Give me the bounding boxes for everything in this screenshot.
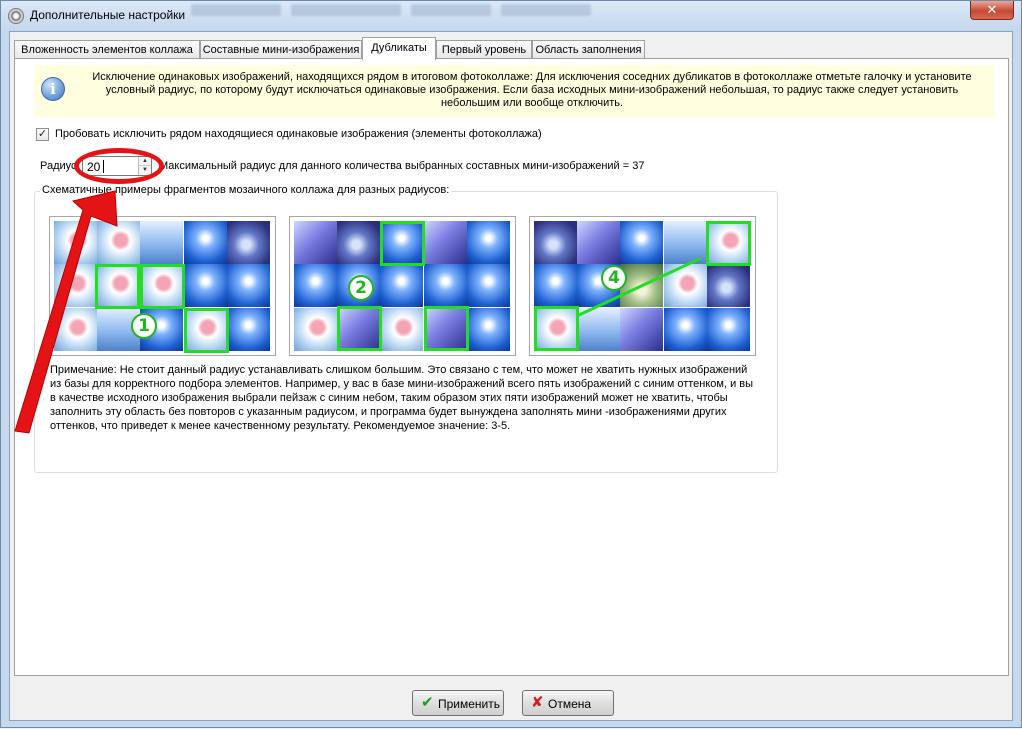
info-panel: i Исключение одинаковых изображений, нах… [34, 65, 994, 117]
apply-button[interactable]: ✔ Применить [412, 690, 504, 716]
radius-note-text: Примечание: Не стоит данный радиус устан… [50, 364, 754, 432]
tab-composite-thumbnails[interactable]: Составные мини-изображения [200, 40, 362, 59]
cancel-button-label: Отмена [548, 697, 592, 711]
example-radius-1: 1 [49, 216, 276, 356]
radius-badge: 1 [131, 313, 157, 339]
radius-badge: 4 [601, 265, 627, 291]
duplicate-highlight [706, 221, 751, 266]
duplicates-tab-page: i Исключение одинаковых изображений, нах… [14, 58, 1009, 676]
example-radius-2: 2 [289, 216, 516, 356]
tab-fill-area[interactable]: Область заполнения [532, 40, 645, 59]
mosaic-fragment: 4 [534, 221, 751, 351]
example-radius-4: 4 [529, 216, 756, 356]
max-radius-note: Максимальный радиус для данного количест… [159, 160, 645, 172]
duplicate-highlight [424, 306, 469, 351]
info-text: Исключение одинаковых изображений, наход… [92, 71, 972, 109]
examples-group-title: Схематичные примеры фрагментов мозаичног… [40, 184, 452, 196]
exclude-duplicates-checkbox[interactable]: ✓ [36, 128, 49, 141]
duplicate-highlight [337, 306, 382, 351]
close-icon: ✕ [986, 2, 998, 17]
settings-window: Дополнительные настройки ✕ Вложенность э… [0, 0, 1022, 728]
tab-duplicates[interactable]: Дубликаты [362, 37, 436, 60]
cancel-button[interactable]: ✘ Отмена [522, 690, 614, 716]
checkmark-icon: ✔ [421, 694, 434, 711]
annotation-red-oval [74, 148, 164, 184]
dialog-client-area: Вложенность элементов коллажа Составные … [9, 31, 1013, 721]
mosaic-fragment: 2 [294, 221, 511, 351]
window-title: Дополнительные настройки [30, 8, 186, 22]
tab-first-level[interactable]: Первый уровень [436, 40, 532, 59]
title-bar[interactable]: Дополнительные настройки ✕ [1, 1, 1021, 31]
mosaic-fragment: 1 [54, 221, 271, 353]
duplicate-highlight [95, 264, 140, 309]
background-taskbar-ghost [191, 4, 611, 20]
close-button[interactable]: ✕ [970, 1, 1014, 20]
info-icon: i [41, 77, 65, 101]
duplicate-highlight [380, 221, 425, 266]
tab-collage-nesting[interactable]: Вложенность элементов коллажа [14, 40, 200, 59]
exclude-duplicates-label[interactable]: Пробовать исключить рядом находящиеся од… [55, 128, 542, 140]
duplicate-highlight [534, 306, 579, 351]
settings-gear-icon [8, 8, 24, 24]
duplicate-highlight [140, 264, 185, 309]
duplicate-highlight [184, 308, 229, 353]
apply-button-label: Применить [438, 697, 501, 711]
cross-icon: ✘ [531, 694, 544, 711]
radius-badge: 2 [348, 275, 374, 301]
